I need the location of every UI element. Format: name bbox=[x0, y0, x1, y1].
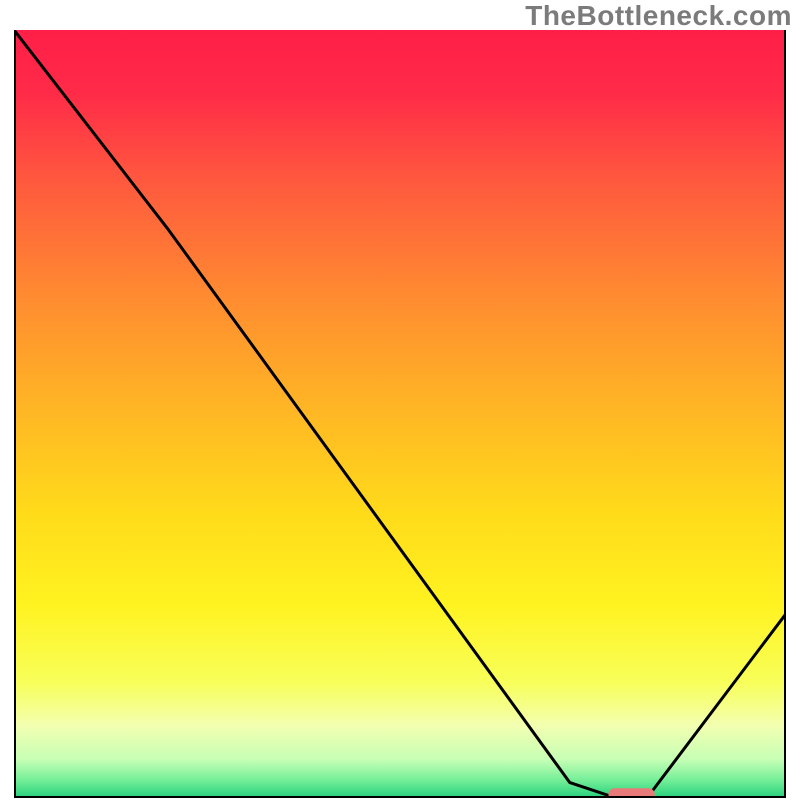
chart-svg bbox=[14, 30, 786, 798]
chart-stage: TheBottleneck.com bbox=[0, 0, 800, 800]
chart-plot bbox=[14, 30, 786, 798]
chart-background bbox=[14, 30, 786, 798]
watermark-text: TheBottleneck.com bbox=[525, 0, 792, 32]
